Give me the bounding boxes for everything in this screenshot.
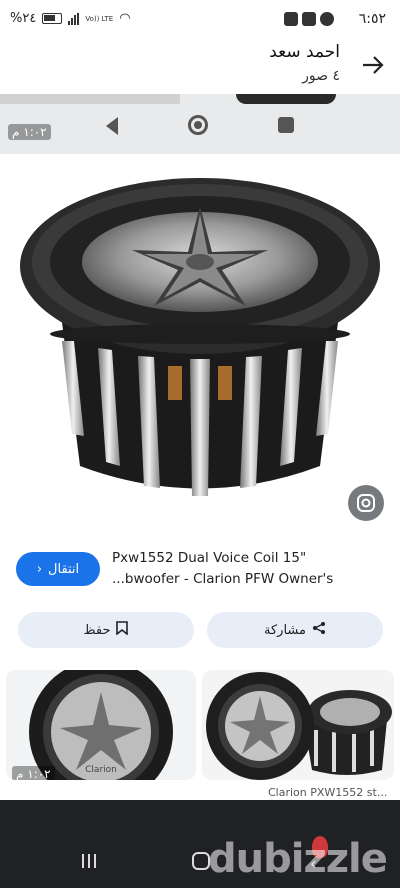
strip-image-left [0,94,180,104]
nav-home-icon [188,115,208,135]
related-results-grid: Clarion ١:٠٢ م Clarion PXW1552 st... [0,666,400,799]
lens-icon [357,494,375,512]
save-label: حفظ [83,622,111,638]
visit-label: انتقال [48,561,80,577]
related-caption: Clarion PXW1552 st... [268,786,388,799]
subwoofer-image[interactable] [0,166,400,526]
status-bar: ٦:٥٢ %٢٤ Vo)) LTE ◠ [0,0,400,40]
messenger-icon [320,12,334,26]
nav-recent-icon [278,117,294,133]
image-timestamp: ١:٠٢ م [8,124,51,140]
thumbnail-timestamp: ١:٠٢ م [12,766,55,780]
share-icon [312,621,326,639]
video-icon [302,12,316,26]
nav-back-icon [106,117,118,135]
google-lens-button[interactable] [348,485,384,521]
caption-line-2: ...bwoofer - Clarion PFW Owner's [112,571,334,587]
share-button[interactable]: مشاركة [207,612,383,648]
status-right: %٢٤ Vo)) LTE ◠ [10,11,131,26]
save-button[interactable]: حفظ [18,612,194,648]
image-result-card: انتقال ‹ Pxw1552 Dual Voice Coil 15" ...… [0,154,400,666]
strip-image-right [236,94,336,104]
bookmark-icon [116,621,129,639]
notification-icons [284,12,334,26]
arrow-right-icon[interactable] [358,50,388,80]
dubizzle-watermark: dubizzle [208,836,388,882]
related-result-right[interactable] [202,670,394,780]
svg-text:Clarion: Clarion [85,765,117,775]
page-title: احمد سعد [269,42,340,62]
caption-line-1: Pxw1552 Dual Voice Coil 15" [112,550,307,566]
visit-button[interactable]: انتقال ‹ [16,552,100,586]
battery-icon [42,13,63,24]
status-time: ٦:٥٢ [358,11,386,27]
photo-count: ٤ صور [302,68,340,84]
result-info-row: انتقال ‹ Pxw1552 Dual Voice Coil 15" ...… [0,542,400,602]
wifi-icon: ◠ [119,11,131,26]
result-caption[interactable]: Pxw1552 Dual Voice Coil 15" ...bwoofer -… [112,548,382,590]
gallery-header: احمد سعد ٤ صور [0,36,400,94]
next-image-strip[interactable]: ‹ dubizzle [0,800,400,888]
subwoofer-pair-thumbnail [202,670,394,780]
battery-percent: %٢٤ [10,11,37,26]
signal-icon [68,12,80,25]
android-nav-bar [100,114,300,138]
chevron-left-icon: ‹ [36,561,43,577]
previous-image-strip[interactable]: ١:٠٢ م [0,94,400,154]
share-label: مشاركة [264,622,306,638]
subwoofer-thumbnail: Clarion [29,670,173,780]
related-result-left[interactable]: Clarion ١:٠٢ م [6,670,196,780]
youtube-icon [284,12,298,26]
recent-apps-icon[interactable] [82,854,96,868]
result-actions: حفظ مشاركة [0,610,400,650]
network-badge: Vo)) LTE [85,14,114,23]
